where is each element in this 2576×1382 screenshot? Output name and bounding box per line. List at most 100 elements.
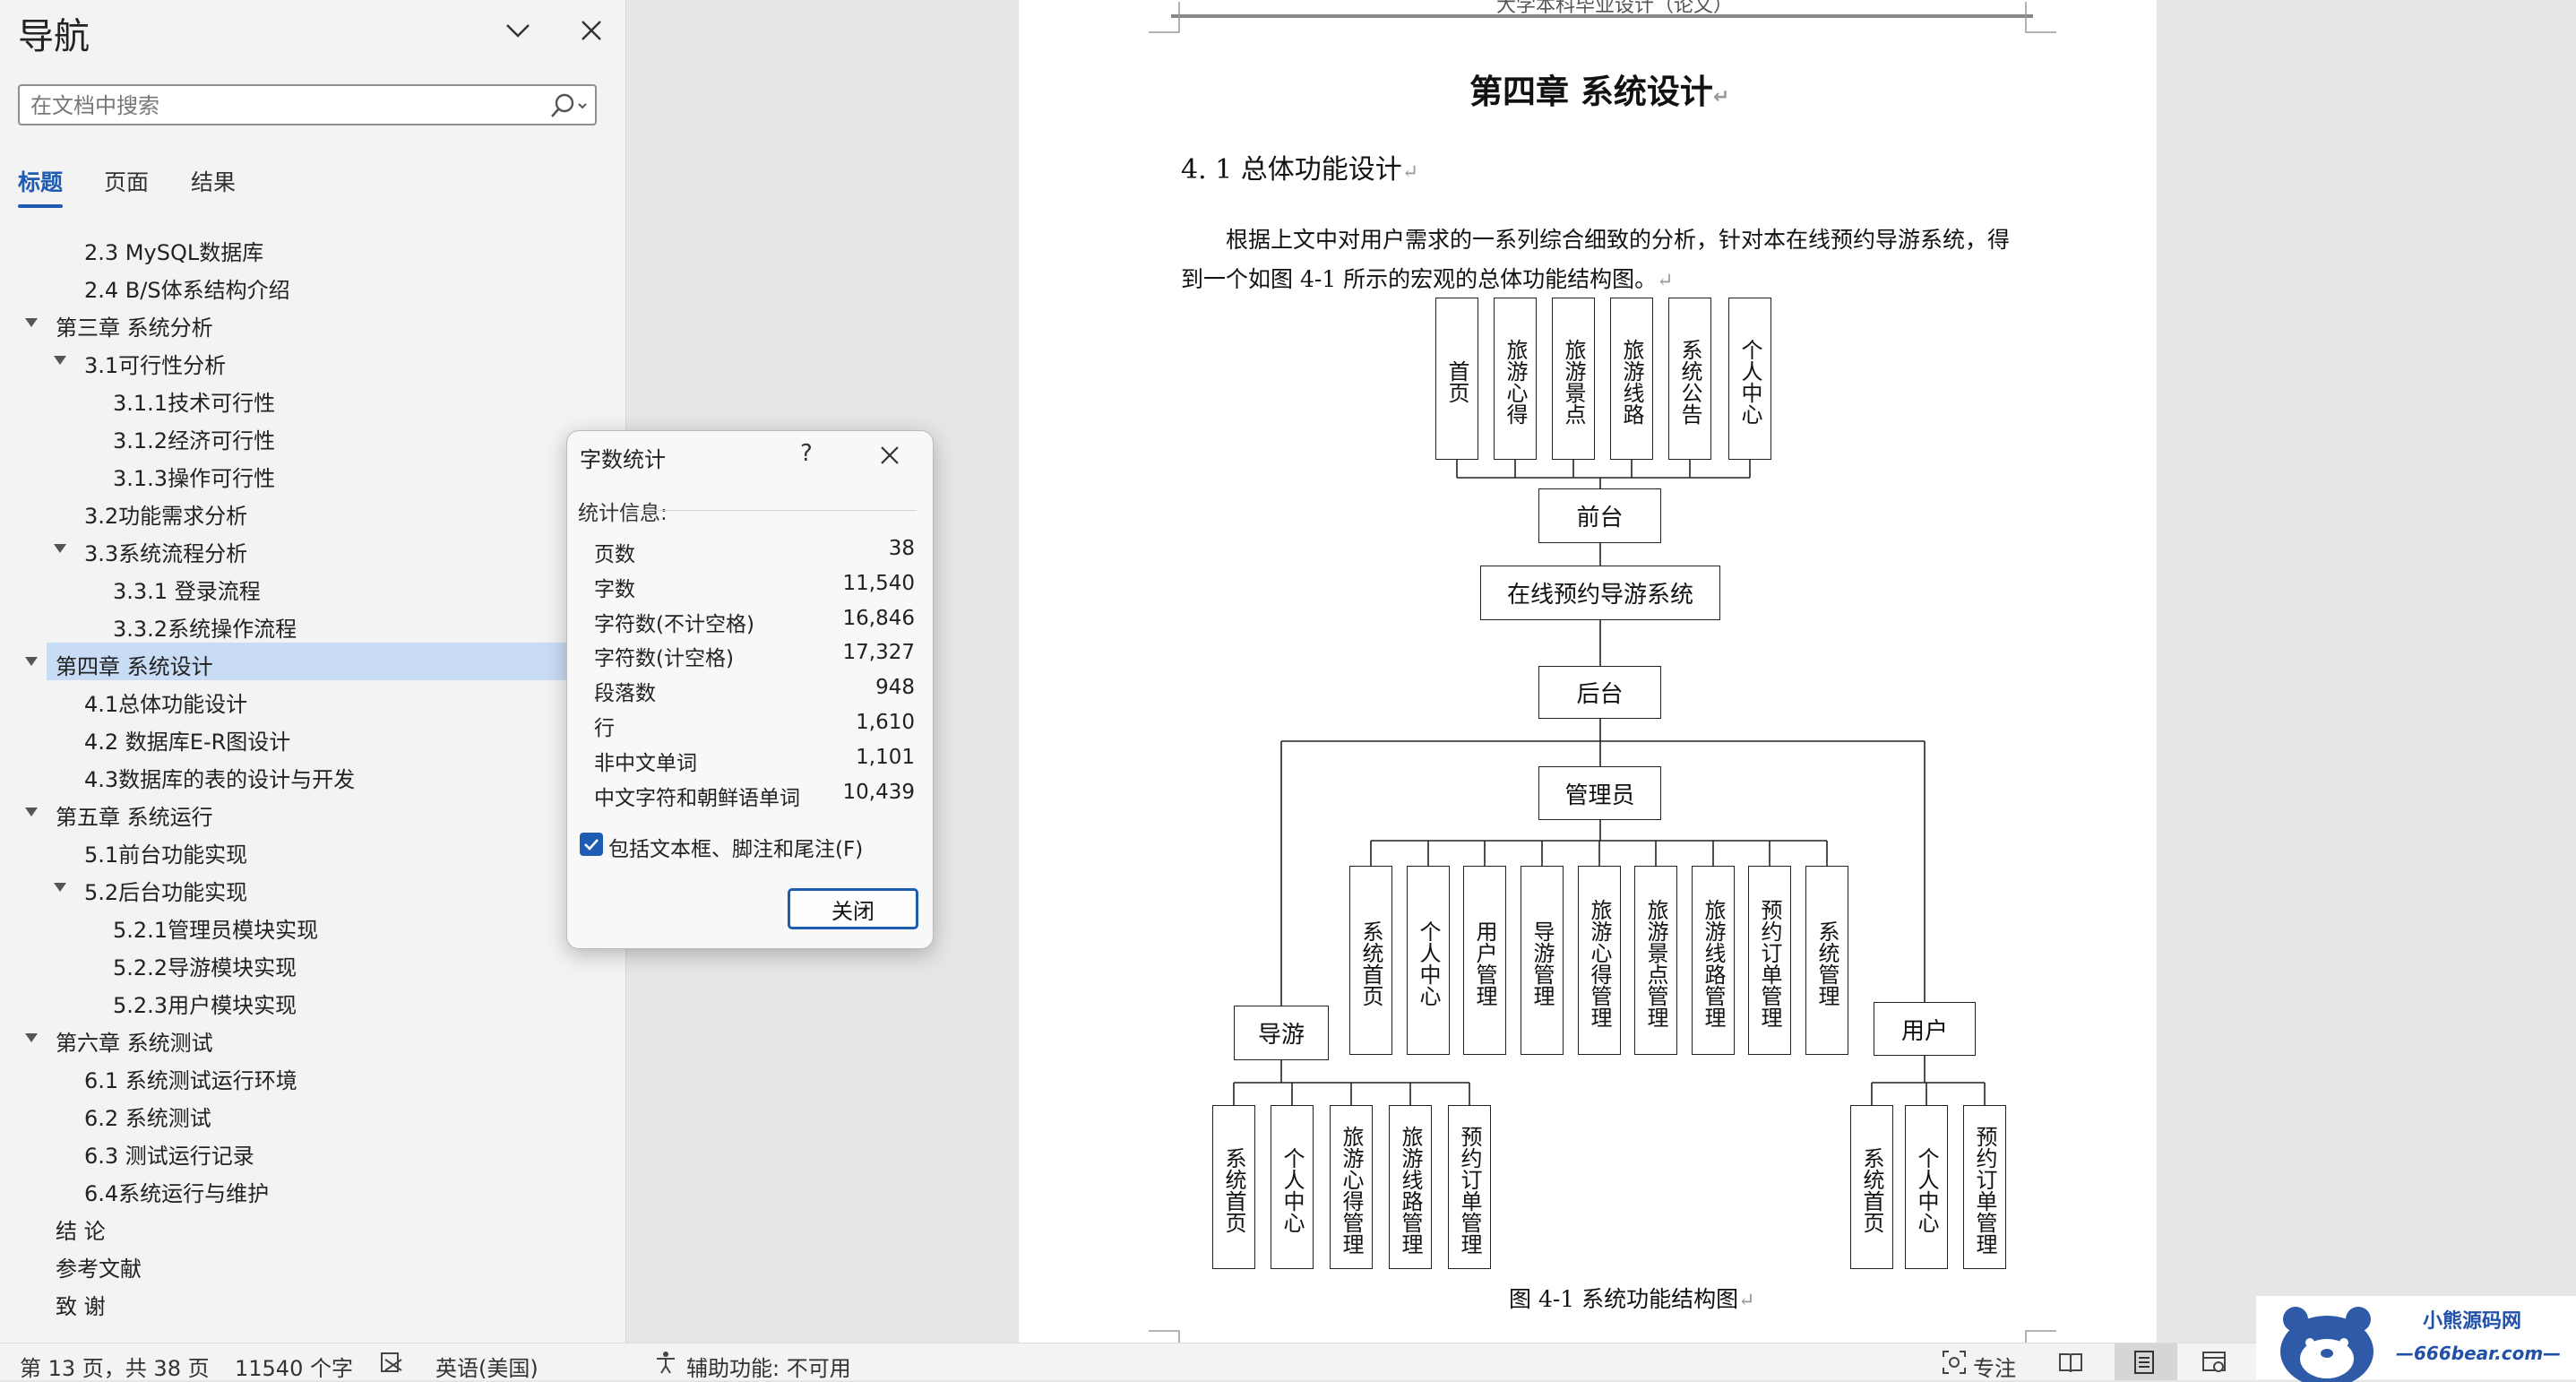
stat-row: 字数 11,540 (594, 566, 915, 601)
nav-heading-item[interactable]: 3.3.1 登录流程 (0, 567, 625, 605)
nav-heading-label: 6.2 系统测试 (84, 1106, 211, 1131)
nav-heading-item[interactable]: 第三章 系统分析 (0, 304, 625, 341)
nav-heading-item[interactable]: 3.1.1技术可行性 (0, 379, 625, 417)
web-layout-icon[interactable] (2201, 1349, 2227, 1376)
nav-heading-label: 6.3 测试运行记录 (84, 1144, 254, 1169)
crop-mark (1149, 2, 1180, 33)
focus-mode-button[interactable]: 专注 (1973, 1351, 2016, 1382)
nav-heading-item[interactable]: 4.2 数据库E-R图设计 (0, 718, 625, 756)
nav-heading-item[interactable]: 第五章 系统运行 (0, 793, 625, 831)
word-count-dialog: 字数统计 ? 统计信息: 页数 38 字数 11,540 字符数(不计空格) 16,846… (566, 430, 934, 949)
close-icon[interactable] (573, 13, 609, 48)
chevron-down-icon[interactable] (500, 13, 536, 48)
diagram-node: 旅游线路管理 (1692, 866, 1735, 1055)
nav-heading-item[interactable]: 5.2后台功能实现 (0, 868, 625, 906)
print-layout-icon[interactable] (2131, 1349, 2158, 1376)
nav-heading-item[interactable]: 6.2 系统测试 (0, 1094, 625, 1132)
nav-heading-item[interactable]: 6.4系统运行与维护 (0, 1170, 625, 1207)
nav-heading-item[interactable]: 5.2.1管理员模块实现 (0, 906, 625, 944)
diagram-node: 个人中心 (1728, 298, 1771, 460)
nav-heading-item[interactable]: 3.1.2经济可行性 (0, 417, 625, 454)
nav-heading-item[interactable]: 3.1.3操作可行性 (0, 454, 625, 492)
diagram-node: 预约订单管理 (1748, 866, 1791, 1055)
search-input[interactable] (29, 89, 534, 123)
stat-value: 1,610 (856, 711, 915, 734)
nav-heading-label: 5.2.2导游模块实现 (113, 955, 297, 980)
diagram-node: 旅游心得管理 (1330, 1105, 1373, 1269)
diagram-node: 预约订单管理 (1963, 1105, 2006, 1269)
focus-icon[interactable] (1941, 1349, 1968, 1376)
diagram-node: 系统公告 (1668, 298, 1711, 460)
tab-headings[interactable]: 标题 (18, 165, 63, 197)
watermark-name: 小熊源码网 (2423, 1310, 2522, 1333)
tab-underline (18, 204, 63, 208)
diagram-node: 旅游线路 (1610, 298, 1653, 460)
expand-toggle-icon[interactable] (25, 808, 38, 816)
expand-toggle-icon[interactable] (54, 883, 66, 892)
nav-heading-item[interactable]: 3.1可行性分析 (0, 341, 625, 379)
expand-toggle-icon[interactable] (54, 544, 66, 553)
nav-heading-item[interactable]: 5.1前台功能实现 (0, 831, 625, 868)
nav-heading-item[interactable]: 第四章 系统设计 (25, 643, 625, 680)
nav-heading-label: 3.2功能需求分析 (84, 504, 248, 529)
header-rule (1171, 14, 2033, 18)
diagram-node-user: 用户 (1874, 1002, 1976, 1056)
nav-heading-item[interactable]: 2.3 MySQL数据库 (0, 229, 625, 266)
nav-heading-item[interactable]: 3.2功能需求分析 (0, 492, 625, 530)
word-count-indicator[interactable]: 11540 个字 (235, 1351, 353, 1382)
nav-heading-item[interactable]: 4.1总体功能设计 (0, 680, 625, 718)
close-icon[interactable] (876, 442, 903, 469)
expand-toggle-icon[interactable] (25, 657, 38, 666)
nav-title: 导航 (18, 16, 90, 57)
stat-row: 字符数(不计空格) 16,846 (594, 601, 915, 636)
help-button[interactable]: ? (800, 440, 813, 467)
page-indicator[interactable]: 第 13 页，共 38 页 (20, 1351, 210, 1382)
read-mode-icon[interactable] (2057, 1349, 2084, 1376)
diagram-node-back: 后台 (1538, 666, 1661, 719)
diagram-node: 旅游景点 (1552, 298, 1595, 460)
chapter-title: 第四章 系统设计↵ (1469, 73, 1730, 111)
stat-value: 16,846 (842, 606, 915, 630)
expand-toggle-icon[interactable] (25, 1033, 38, 1042)
nav-heading-label: 致 谢 (56, 1294, 106, 1319)
diagram-node-front: 前台 (1538, 488, 1661, 543)
diagram-node: 系统首页 (1212, 1105, 1255, 1269)
nav-heading-label: 4.1总体功能设计 (84, 692, 248, 717)
stat-value: 1,101 (856, 745, 915, 769)
diagram-node-system: 在线预约导游系统 (1480, 566, 1720, 620)
watermark-url: —666bear.com— (2396, 1343, 2562, 1364)
stat-value: 17,327 (842, 641, 915, 665)
accessibility-icon[interactable] (652, 1349, 679, 1376)
nav-heading-item[interactable]: 4.3数据库的表的设计与开发 (0, 756, 625, 793)
nav-heading-item[interactable]: 5.2.3用户模块实现 (0, 981, 625, 1019)
nav-heading-item[interactable]: 致 谢 (0, 1283, 625, 1320)
search-icon[interactable] (545, 91, 590, 120)
language-indicator[interactable]: 英语(美国) (435, 1351, 538, 1382)
expand-toggle-icon[interactable] (54, 356, 66, 365)
nav-heading-item[interactable]: 参考文献 (0, 1245, 625, 1283)
nav-heading-label: 2.4 B/S体系结构介绍 (84, 278, 290, 303)
nav-heading-item[interactable]: 结 论 (0, 1207, 625, 1245)
checkbox-label[interactable]: 包括文本框、脚注和尾注(F) (608, 832, 863, 862)
expand-toggle-icon[interactable] (25, 318, 38, 327)
include-textbox-checkbox[interactable] (580, 833, 603, 856)
nav-heading-label: 3.1可行性分析 (84, 353, 227, 378)
nav-heading-item[interactable]: 6.1 系统测试运行环境 (0, 1057, 625, 1094)
nav-heading-item[interactable]: 6.3 测试运行记录 (0, 1132, 625, 1170)
proofing-icon[interactable] (378, 1349, 405, 1376)
nav-heading-item[interactable]: 3.3.2系统操作流程 (0, 605, 625, 643)
diagram-node: 旅游线路管理 (1389, 1105, 1432, 1269)
tab-results[interactable]: 结果 (191, 165, 236, 197)
nav-heading-item[interactable]: 第六章 系统测试 (0, 1019, 625, 1057)
stat-label: 页数 (594, 543, 635, 566)
nav-heading-item[interactable]: 2.4 B/S体系结构介绍 (0, 266, 625, 304)
search-box[interactable] (18, 84, 597, 125)
accessibility-status[interactable]: 辅助功能: 不可用 (686, 1351, 851, 1382)
close-button[interactable]: 关闭 (788, 888, 918, 929)
nav-heading-item[interactable]: 5.2.2导游模块实现 (0, 944, 625, 981)
nav-heading-label: 第五章 系统运行 (56, 805, 213, 830)
tab-pages[interactable]: 页面 (104, 165, 149, 197)
watermark: 小熊源码网 —666bear.com— (2256, 1296, 2576, 1382)
nav-heading-label: 结 论 (56, 1219, 106, 1244)
nav-heading-item[interactable]: 3.3系统流程分析 (0, 530, 625, 567)
